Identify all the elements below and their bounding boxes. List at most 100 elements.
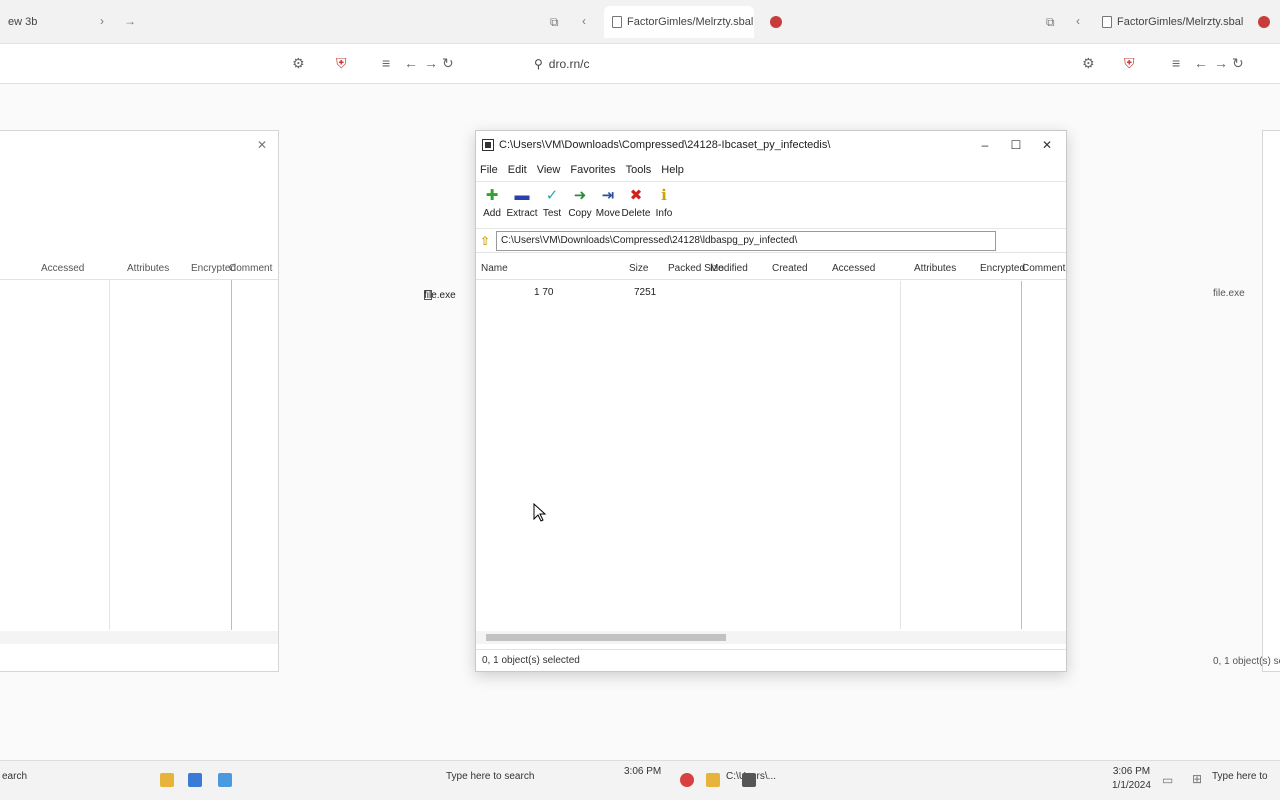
column-header[interactable]: Comment: [229, 263, 272, 274]
maximize-icon[interactable]: ☐: [1003, 138, 1029, 152]
notification-icon[interactable]: ▭: [1162, 774, 1173, 786]
taskbar-clock-right[interactable]: 3:06 PM 1/1/2024: [1112, 765, 1151, 793]
menu-favorites[interactable]: Favorites: [570, 164, 615, 176]
address-bar[interactable]: ⚲ dro.rn/c: [534, 52, 834, 76]
menu-tools[interactable]: Tools: [626, 164, 652, 176]
tab-title: FactorGimles/Melrzty.sbal: [1117, 16, 1244, 28]
minimize-icon[interactable]: –: [972, 138, 998, 152]
date: 1/1/2024: [1112, 780, 1151, 791]
shield-icon[interactable]: [680, 773, 694, 787]
reload-icon[interactable]: ↻: [1232, 56, 1244, 70]
extensions-icon[interactable]: ⚙: [1082, 56, 1095, 70]
column-modified[interactable]: Modified: [710, 263, 748, 274]
archive-app-icon[interactable]: [742, 773, 756, 787]
time: 3:06 PM: [1112, 766, 1151, 777]
move-icon: ⇥: [601, 186, 615, 204]
column-created[interactable]: Created: [772, 263, 808, 274]
horizontal-scrollbar[interactable]: [476, 631, 1066, 644]
copy-icon[interactable]: ⧉: [550, 16, 559, 28]
reload-icon[interactable]: ↻: [442, 56, 454, 70]
taskbar: earch Type here to search 3:06 PM C:\Use…: [0, 760, 1280, 800]
arrow-right-icon[interactable]: →: [124, 15, 136, 27]
extract-label: Extract: [506, 208, 538, 219]
taskbar-search-right[interactable]: Type here to: [1212, 771, 1268, 782]
browser-tab-active[interactable]: FactorGimles/Melrzty.sbal: [604, 6, 754, 38]
browser-tab[interactable]: [1250, 6, 1280, 38]
test-button[interactable]: ✓ Test: [540, 186, 564, 220]
copy-icon[interactable]: ⧉: [1046, 16, 1055, 28]
forward-icon[interactable]: →: [1214, 56, 1228, 70]
column-header[interactable]: Attributes: [127, 263, 169, 274]
browser-tab[interactable]: ew 3b: [0, 6, 40, 38]
file-size-cell: 1 70: [534, 287, 554, 298]
menu-file[interactable]: File: [480, 164, 498, 176]
path-text: C:\Users\VM\Downloads\Compressed\24128\l…: [501, 235, 798, 246]
taskbar-search-mid[interactable]: Type here to search: [446, 771, 534, 782]
window-title: C:\Users\VM\Downloads\Compressed\24128-I…: [499, 139, 831, 151]
path-bar: ⇧ C:\Users\VM\Downloads\Compressed\24128…: [476, 229, 1066, 253]
ghost-status-text: 0, 1 object(s) selected: [1213, 656, 1280, 667]
add-button[interactable]: ✚ Add: [480, 186, 504, 220]
plus-icon: ✚: [485, 186, 499, 204]
ghost-file-row[interactable]: file.exe: [1213, 288, 1245, 299]
ghost-window-right: file.exe 0, 1 object(s) selected: [1213, 130, 1280, 672]
menu-icon[interactable]: ≡: [382, 56, 390, 70]
menu-help[interactable]: Help: [661, 164, 684, 176]
column-divider: [1021, 281, 1022, 629]
shield-icon[interactable]: ⛨: [336, 56, 347, 70]
scrollbar-thumb[interactable]: [486, 634, 726, 641]
chevron-right-icon[interactable]: ›: [100, 15, 104, 27]
forward-icon[interactable]: →: [424, 56, 438, 70]
column-divider: [231, 280, 232, 630]
taskbar-clock-mid[interactable]: 3:06 PM: [624, 765, 661, 779]
column-comment[interactable]: Comment: [1022, 263, 1065, 274]
column-accessed[interactable]: Accessed: [832, 263, 875, 274]
chevron-left-icon[interactable]: ‹: [582, 15, 586, 27]
back-icon[interactable]: ←: [1194, 56, 1208, 70]
column-header[interactable]: Accessed: [41, 263, 84, 274]
store-icon[interactable]: [218, 773, 232, 787]
arrow-right-icon: ➜: [573, 186, 587, 204]
archive-app-icon: [482, 139, 494, 151]
path-input[interactable]: C:\Users\VM\Downloads\Compressed\24128\l…: [496, 230, 996, 251]
horizontal-scrollbar[interactable]: [0, 631, 278, 644]
taskbar-search-left[interactable]: earch: [2, 771, 27, 782]
info-icon: ℹ: [661, 186, 667, 204]
move-button[interactable]: ⇥ Move: [596, 186, 620, 220]
column-divider: [900, 281, 901, 629]
column-size[interactable]: Size: [629, 263, 648, 274]
file-manager-window: C:\Users\VM\Downloads\Compressed\24128-I…: [424, 130, 1067, 672]
browser-toolbar: ⚙ ⛨ ≡ ← → ↻ ⚲ dro.rn/c ⚙ ⛨ ≡ ← → ↻: [0, 44, 1280, 84]
close-icon[interactable]: ✕: [257, 139, 267, 151]
shield-icon[interactable]: ⛨: [1124, 56, 1135, 70]
column-attributes[interactable]: Attributes: [914, 263, 956, 274]
document-icon: [612, 16, 622, 28]
back-icon[interactable]: ←: [404, 56, 418, 70]
menu-edit[interactable]: Edit: [508, 164, 527, 176]
add-label: Add: [483, 208, 501, 219]
window-titlebar[interactable]: C:\Users\VM\Downloads\Compressed\24128-I…: [476, 131, 1066, 159]
menu-view[interactable]: View: [537, 164, 561, 176]
copy-button[interactable]: ➜ Copy: [568, 186, 592, 220]
file-explorer-icon[interactable]: [160, 773, 174, 787]
windows-start-icon[interactable]: ⊞: [1192, 773, 1202, 785]
info-button[interactable]: ℹ Info: [652, 186, 676, 220]
file-packed-cell: 7251: [634, 287, 657, 298]
browser-tab[interactable]: FactorGimles/Melrzty.sbal: [1094, 6, 1244, 38]
archive-toolbar: ✚ Add ▬ Extract ✓ Test ➜ Copy ⇥ Move ✖ D…: [476, 181, 1066, 229]
file-row[interactable]: file.exe 1 70 7251: [424, 284, 1066, 302]
column-name[interactable]: Name: [481, 263, 508, 274]
menu-icon[interactable]: ≡: [1172, 56, 1180, 70]
extensions-icon[interactable]: ⚙: [292, 56, 305, 70]
browser-tab[interactable]: [762, 6, 802, 38]
close-icon[interactable]: ✕: [1034, 138, 1060, 152]
folder-up-icon[interactable]: ⇧: [480, 234, 492, 248]
browser-icon[interactable]: [188, 773, 202, 787]
column-encrypted[interactable]: Encrypted: [980, 263, 1025, 274]
file-explorer-icon[interactable]: [706, 773, 720, 787]
extract-button[interactable]: ▬ Extract: [506, 186, 538, 220]
delete-button[interactable]: ✖ Delete: [622, 186, 651, 220]
chevron-left-icon[interactable]: ‹: [1076, 15, 1080, 27]
address-text: dro.rn/c: [548, 57, 590, 71]
ghost-list-header: Accessed Attributes Encrypted Comment: [0, 258, 278, 280]
